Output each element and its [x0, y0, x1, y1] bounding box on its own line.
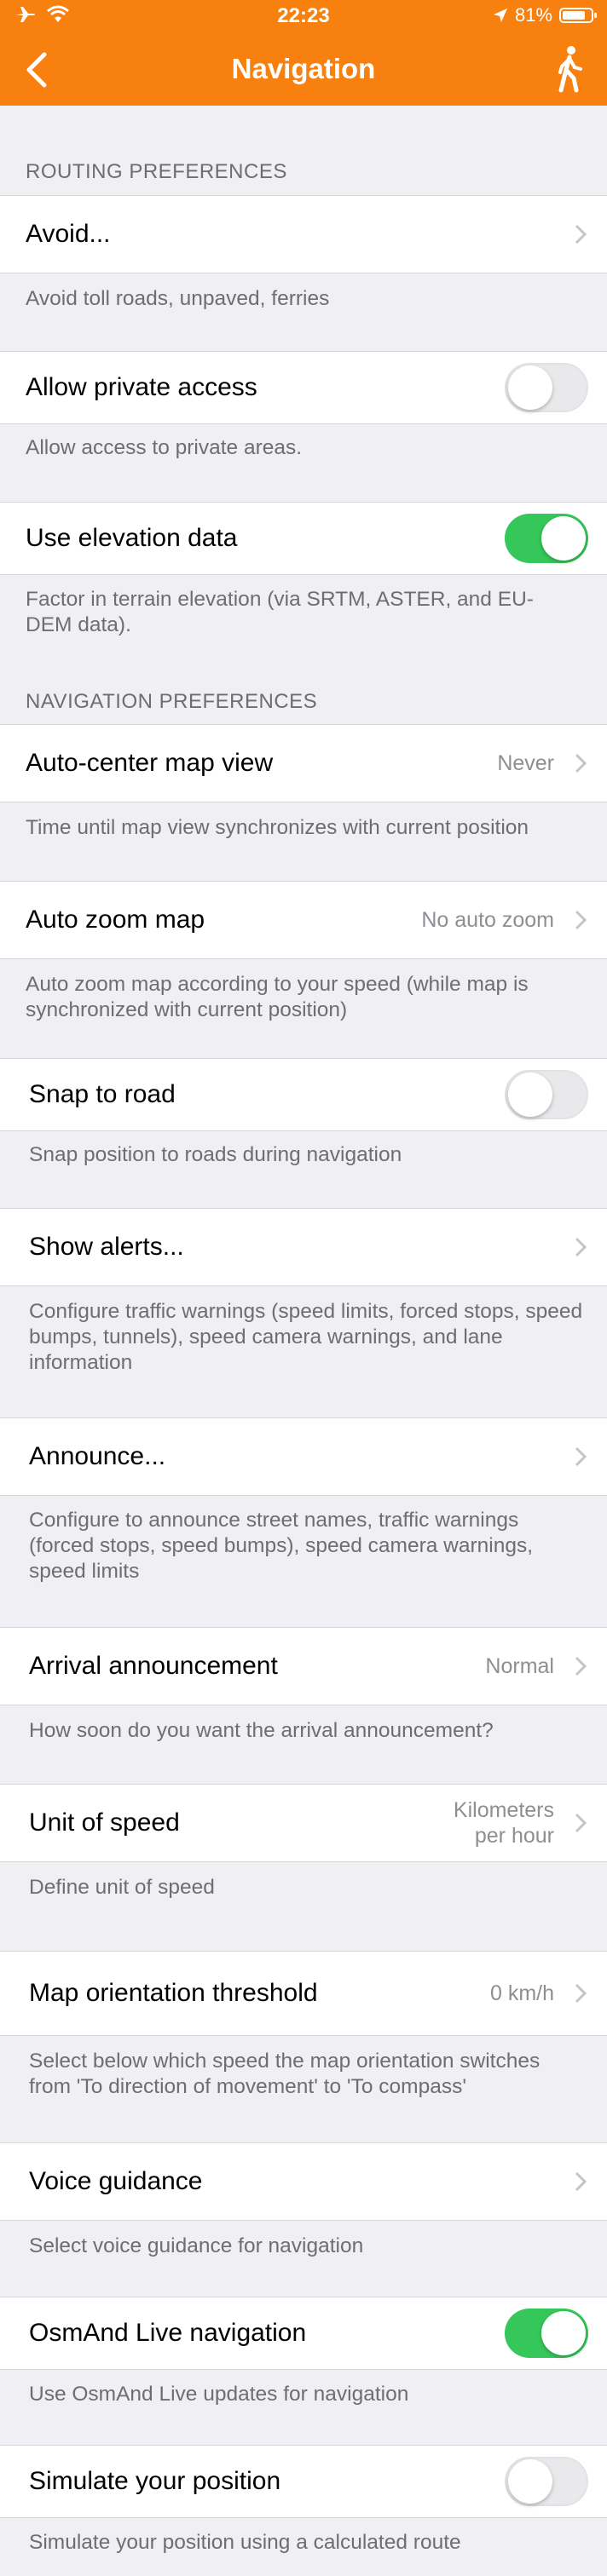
arrival-announcement-label: Arrival announcement: [29, 1652, 278, 1680]
private-access-description: Allow access to private areas.: [26, 436, 303, 459]
elevation-row: Use elevation data: [0, 502, 607, 575]
elevation-toggle[interactable]: [505, 514, 588, 563]
unit-of-speed-row[interactable]: Unit of speed Kilometers per hour: [0, 1784, 607, 1862]
announce-row[interactable]: Announce...: [0, 1417, 607, 1496]
section-header-navigation: NAVIGATION PREFERENCES: [26, 690, 318, 713]
avoid-label: Avoid...: [26, 220, 111, 248]
simulate-position-description: Simulate your position using a calculate…: [29, 2531, 461, 2554]
chevron-right-icon: [575, 1813, 587, 1833]
navigation-bar: Navigation: [0, 34, 607, 106]
status-bar: 22:23 81%: [0, 0, 607, 34]
arrival-announcement-value: Normal: [485, 1654, 554, 1678]
elevation-label: Use elevation data: [26, 524, 238, 552]
arrival-announcement-row[interactable]: Arrival announcement Normal: [0, 1627, 607, 1705]
announce-label: Announce...: [29, 1442, 166, 1470]
private-access-row: Allow private access: [0, 351, 607, 424]
snap-to-road-toggle[interactable]: [505, 1070, 588, 1119]
unit-of-speed-label: Unit of speed: [29, 1808, 180, 1837]
private-access-label: Allow private access: [26, 373, 257, 401]
unit-of-speed-description: Define unit of speed: [29, 1876, 215, 1899]
battery-icon: [559, 8, 597, 23]
unit-of-speed-value-line2: per hour: [474, 1824, 554, 1848]
unit-of-speed-value-line1: Kilometers: [453, 1798, 554, 1822]
snap-to-road-label: Snap to road: [29, 1080, 176, 1108]
auto-center-label: Auto-center map view: [26, 749, 274, 777]
private-access-toggle[interactable]: [505, 363, 588, 412]
arrival-announcement-description: How soon do you want the arrival announc…: [29, 1719, 494, 1742]
chevron-right-icon: [575, 1983, 587, 2004]
simulate-position-label: Simulate your position: [29, 2467, 281, 2495]
status-right: 81%: [493, 4, 597, 26]
chevron-right-icon: [575, 2171, 587, 2192]
avoid-description: Avoid toll roads, unpaved, ferries: [26, 287, 330, 310]
chevron-right-icon: [575, 1237, 587, 1257]
show-alerts-description: Configure traffic warnings (speed limits…: [29, 1300, 583, 1374]
chevron-right-icon: [575, 910, 587, 930]
show-alerts-row[interactable]: Show alerts...: [0, 1208, 607, 1286]
chevron-right-icon: [575, 753, 587, 773]
voice-guidance-description: Select voice guidance for navigation: [29, 2234, 364, 2257]
chevron-right-icon: [575, 224, 587, 244]
auto-zoom-value: No auto zoom: [421, 908, 554, 932]
page-title: Navigation: [231, 53, 376, 84]
map-orientation-label: Map orientation threshold: [29, 1979, 318, 2007]
chevron-right-icon: [575, 1656, 587, 1676]
elevation-description: Factor in terrain elevation (via SRTM, A…: [26, 588, 534, 636]
chevron-right-icon: [575, 1446, 587, 1467]
osmand-live-label: OsmAnd Live navigation: [29, 2319, 307, 2347]
avoid-row[interactable]: Avoid...: [0, 195, 607, 273]
simulate-position-row: Simulate your position: [0, 2445, 607, 2518]
map-orientation-value: 0 km/h: [489, 1981, 554, 2005]
location-arrow-icon: [493, 9, 507, 22]
auto-zoom-row[interactable]: Auto zoom map No auto zoom: [0, 881, 607, 959]
battery-percent: 81%: [514, 4, 552, 26]
auto-center-description: Time until map view synchronizes with cu…: [26, 816, 529, 839]
osmand-live-row: OsmAnd Live navigation: [0, 2297, 607, 2370]
auto-zoom-label: Auto zoom map: [26, 906, 205, 934]
osmand-live-description: Use OsmAnd Live updates for navigation: [29, 2383, 409, 2406]
snap-to-road-description: Snap position to roads during navigation: [29, 1143, 402, 1166]
pedestrian-profile-icon[interactable]: [551, 44, 588, 94]
announce-description: Configure to announce street names, traf…: [29, 1509, 534, 1583]
map-orientation-description: Select below which speed the map orienta…: [29, 2050, 541, 2098]
section-header-routing: ROUTING PREFERENCES: [26, 160, 287, 183]
osmand-live-toggle[interactable]: [505, 2309, 588, 2358]
show-alerts-label: Show alerts...: [29, 1233, 184, 1261]
simulate-position-toggle[interactable]: [505, 2457, 588, 2506]
auto-center-value: Never: [497, 751, 554, 775]
auto-zoom-description: Auto zoom map according to your speed (w…: [26, 973, 529, 1021]
snap-to-road-row: Snap to road: [0, 1058, 607, 1131]
unit-of-speed-value: Kilometers per hour: [454, 1797, 554, 1849]
map-orientation-row[interactable]: Map orientation threshold 0 km/h: [0, 1951, 607, 2036]
auto-center-row[interactable]: Auto-center map view Never: [0, 724, 607, 802]
voice-guidance-label: Voice guidance: [29, 2167, 203, 2195]
voice-guidance-row[interactable]: Voice guidance: [0, 2142, 607, 2221]
